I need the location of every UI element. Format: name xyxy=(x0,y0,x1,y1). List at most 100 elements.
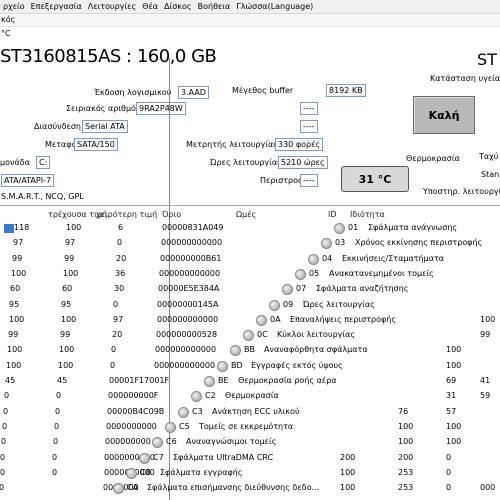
smart-cell-left: 0 xyxy=(0,467,6,477)
status-dot-icon xyxy=(295,268,306,280)
menu-bar: ρχείο Επεξεργασία Λειτουργίες Θέα Δίσκος Βοήθ… xyxy=(0,0,500,14)
smart-cell-left: 0 xyxy=(111,345,117,355)
smart-cell-left: 99 xyxy=(60,330,71,340)
smart-header-attribute[interactable]: Ιδιότητα xyxy=(350,210,385,219)
attribute-id: C6 xyxy=(166,437,177,447)
table-row[interactable]: 0 0 000000000 C6 Αναναγνώσιμοι τομείς 100 100 xyxy=(0,436,500,449)
smart-cell-left: 00000000145A xyxy=(157,299,219,309)
table-row[interactable]: 100 100 0 000000000000 BB Αναναφόρθητα σφάλμα… xyxy=(0,344,500,357)
smart-cell-left: 45 xyxy=(57,376,68,385)
table-row[interactable]: 60 60 30 00000E5E384A 07 Σφάλματα αναζήτησης xyxy=(0,283,500,296)
menu-item[interactable]: ρχείο xyxy=(0,0,28,13)
drive-tab-label[interactable]: κός xyxy=(1,15,15,24)
power-count-value: 330 φορές xyxy=(275,138,324,151)
smart-cell-left: 000000000000 xyxy=(154,360,216,370)
smart-cell-right: 59 xyxy=(480,391,491,401)
smart-cell-left: 0 xyxy=(0,452,6,462)
table-row[interactable]: 0 0 0000000000 C7 Σφάλματα UltraDMA CRC 200 20… xyxy=(0,452,500,464)
attribute-name: Κύκλοι λειτουργίας xyxy=(277,330,356,340)
supported-features-label: Υποστηρ. λειτουργίες xyxy=(423,187,500,196)
menu-item[interactable]: Θέα xyxy=(139,0,161,13)
table-row[interactable]: 99 99 20 000000000528 0C Κύκλοι λειτουργίας 99 xyxy=(0,329,500,342)
table-row[interactable]: 0 0 000000000F C2 Θερμοκρασία 31 59 xyxy=(0,390,500,403)
smart-cell-left: 0 xyxy=(0,483,5,493)
smart-cell-right: 0 xyxy=(446,467,452,477)
menu-item[interactable]: Επεξεργασία xyxy=(28,0,85,13)
status-dot-icon xyxy=(334,223,345,234)
smart-cell-left: 97 xyxy=(65,238,76,248)
smart-header-id[interactable]: ID xyxy=(328,210,337,219)
smart-cell-right: 253 xyxy=(398,467,414,477)
power-hours-value: 5210 ώρες xyxy=(278,156,328,169)
smart-cell-left: 100 xyxy=(6,360,22,370)
smart-cell-left: 99 xyxy=(12,253,23,263)
smart-cell-left: 0 xyxy=(4,391,10,401)
standard-right-label: Stan xyxy=(481,170,500,179)
health-status-button[interactable]: Καλή xyxy=(413,96,475,134)
attribute-id: 09 xyxy=(283,299,294,309)
attribute-id: CA xyxy=(127,483,139,493)
table-row[interactable]: 100 100 0 000000000000 BD Εγγραφές εκτός ύψου… xyxy=(0,360,500,372)
menu-item[interactable]: Γλώσσα(Language) xyxy=(233,0,316,13)
smart-cell-right: 100 xyxy=(340,483,356,493)
rotation-value: ---- xyxy=(300,174,318,187)
menu-item[interactable]: Βοήθεια xyxy=(195,0,234,13)
attribute-id: 07 xyxy=(296,284,307,294)
unknown-value-1: ---- xyxy=(300,102,318,115)
table-row[interactable]: 0 0 0000000000 C5 Τομείς σε εκκρεμότητα 100 10… xyxy=(0,421,500,433)
smart-cell-right: 100 xyxy=(398,437,414,447)
attribute-id: C7 xyxy=(153,452,164,462)
table-row[interactable]: 100 100 97 000000000000 0A Επαναλήψεις περιστ… xyxy=(0,314,500,326)
serial-value: 9RA2P48W xyxy=(136,102,186,115)
attribute-name: Θερμοκρασία xyxy=(225,391,279,401)
smart-cell-left: 100 xyxy=(61,314,77,324)
smart-header-worst[interactable]: χειρότερη τιμή xyxy=(96,210,157,219)
smart-cell-right: 100 xyxy=(398,421,414,431)
drive-tab-bar[interactable]: κός xyxy=(0,14,500,27)
table-row[interactable]: 45 45 00001F17001F BE Θερμοκρασία ροής αέρα 6… xyxy=(0,375,500,387)
smart-cell-left: 100 xyxy=(59,345,75,355)
smart-cell-left: 00001F17001F xyxy=(109,376,170,385)
attribute-id: 0A xyxy=(270,314,281,324)
smart-cell-right: 253 xyxy=(398,483,414,493)
smart-header-threshold[interactable]: Όριο xyxy=(162,210,181,219)
smart-cell-right: 000 xyxy=(480,483,496,493)
smart-cell-right: 0 xyxy=(446,483,452,493)
menu-item[interactable]: Λειτουργίες xyxy=(85,0,139,13)
table-row[interactable]: 000000000000C8Σφάλματα εγγραφής1002530 xyxy=(0,467,500,479)
table-row[interactable]: 118 100 6 00000831A049 01 Σφάλματα ανάγνωσης xyxy=(0,222,500,234)
smart-cell-left: 6 xyxy=(118,223,124,232)
temperature-button[interactable]: 31 °C xyxy=(341,166,409,192)
attribute-id: C5 xyxy=(179,421,190,431)
smart-cell-left: 100 xyxy=(9,314,25,324)
smart-cell-left: 100 xyxy=(11,268,27,278)
smart-cell-right: 100 xyxy=(446,345,462,355)
status-dot-icon xyxy=(269,299,280,311)
health-status-label: Κατάσταση υγείας xyxy=(430,74,500,83)
buffer-label: Μέγεθος buffer xyxy=(232,86,294,95)
smart-cell-right: 200 xyxy=(340,452,356,462)
attribute-id: C3 xyxy=(192,406,203,416)
section-divider xyxy=(0,205,500,206)
smart-cell-left: 000000000000 xyxy=(159,268,221,278)
smart-cell-left: 30 xyxy=(114,284,125,294)
smart-cell-left: 99 xyxy=(8,330,19,340)
smart-cell-right: 41 xyxy=(480,376,491,385)
smart-cell-left: 0 xyxy=(2,421,8,431)
smart-cell-left: 60 xyxy=(62,284,73,294)
smart-header-raw[interactable]: Ωμές xyxy=(236,210,256,219)
table-row[interactable]: 00000000CAΣφάλματα επισήμανσης διεύθυνση… xyxy=(0,482,500,495)
table-row[interactable]: 99 99 20 000000000B61 04 Εκκινήσεις/Σταματήμα… xyxy=(0,253,500,265)
table-row[interactable]: 95 95 0 00000000145A 09 Ώρες λειτουργίας xyxy=(0,299,500,311)
menu-item[interactable]: Δίσκος xyxy=(161,0,195,13)
table-row[interactable]: 97 97 0 000000000000 03 Χρόνος εκκίνησης περι… xyxy=(0,237,500,250)
smart-cell-right: 99 xyxy=(480,330,491,340)
table-row[interactable]: 100 100 36 000000000000 05 Ανακατανεμημένοι τ… xyxy=(0,268,500,280)
attribute-name: Ανάκτηση ECC υλικού xyxy=(212,406,300,416)
status-dot-icon xyxy=(321,238,332,250)
status-dot-icon xyxy=(139,452,150,464)
table-row[interactable]: 0 0 00000B4C09B C3 Ανάκτηση ECC υλικού 76 57 xyxy=(0,406,500,418)
drive-temp-tab[interactable]: °C xyxy=(1,29,11,38)
smart-cell-left: 00000831A049 xyxy=(162,223,224,232)
attribute-name: Θερμοκρασία ροής αέρα xyxy=(238,376,337,385)
